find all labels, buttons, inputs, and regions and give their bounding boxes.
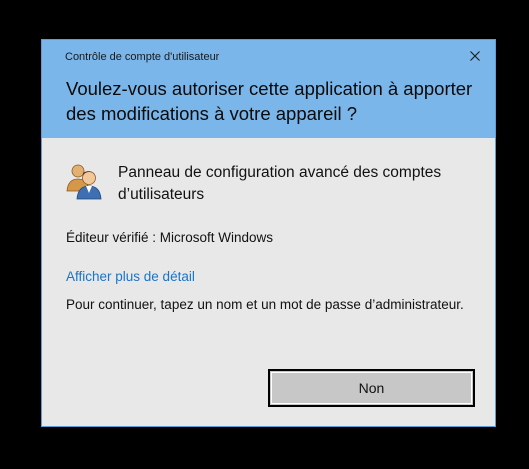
app-name: Panneau de configuration avancé des comp… [118,164,442,203]
close-button[interactable] [465,46,485,66]
dialog-header: Contrôle de compte d'utilisateur Voulez-… [42,40,495,138]
show-details-link[interactable]: Afficher plus de détail [66,269,195,284]
close-icon [470,51,480,61]
users-icon [66,164,102,200]
uac-dialog: Contrôle de compte d'utilisateur Voulez-… [41,39,496,427]
window-title: Contrôle de compte d'utilisateur [65,51,220,63]
no-button[interactable]: Non [268,369,475,407]
prompt-question: Voulez-vous autoriser cette application … [66,78,473,124]
instruction-text: Pour continuer, tapez un nom et un mot d… [66,297,464,312]
verified-publisher: Éditeur vérifié : Microsoft Windows [66,230,274,245]
